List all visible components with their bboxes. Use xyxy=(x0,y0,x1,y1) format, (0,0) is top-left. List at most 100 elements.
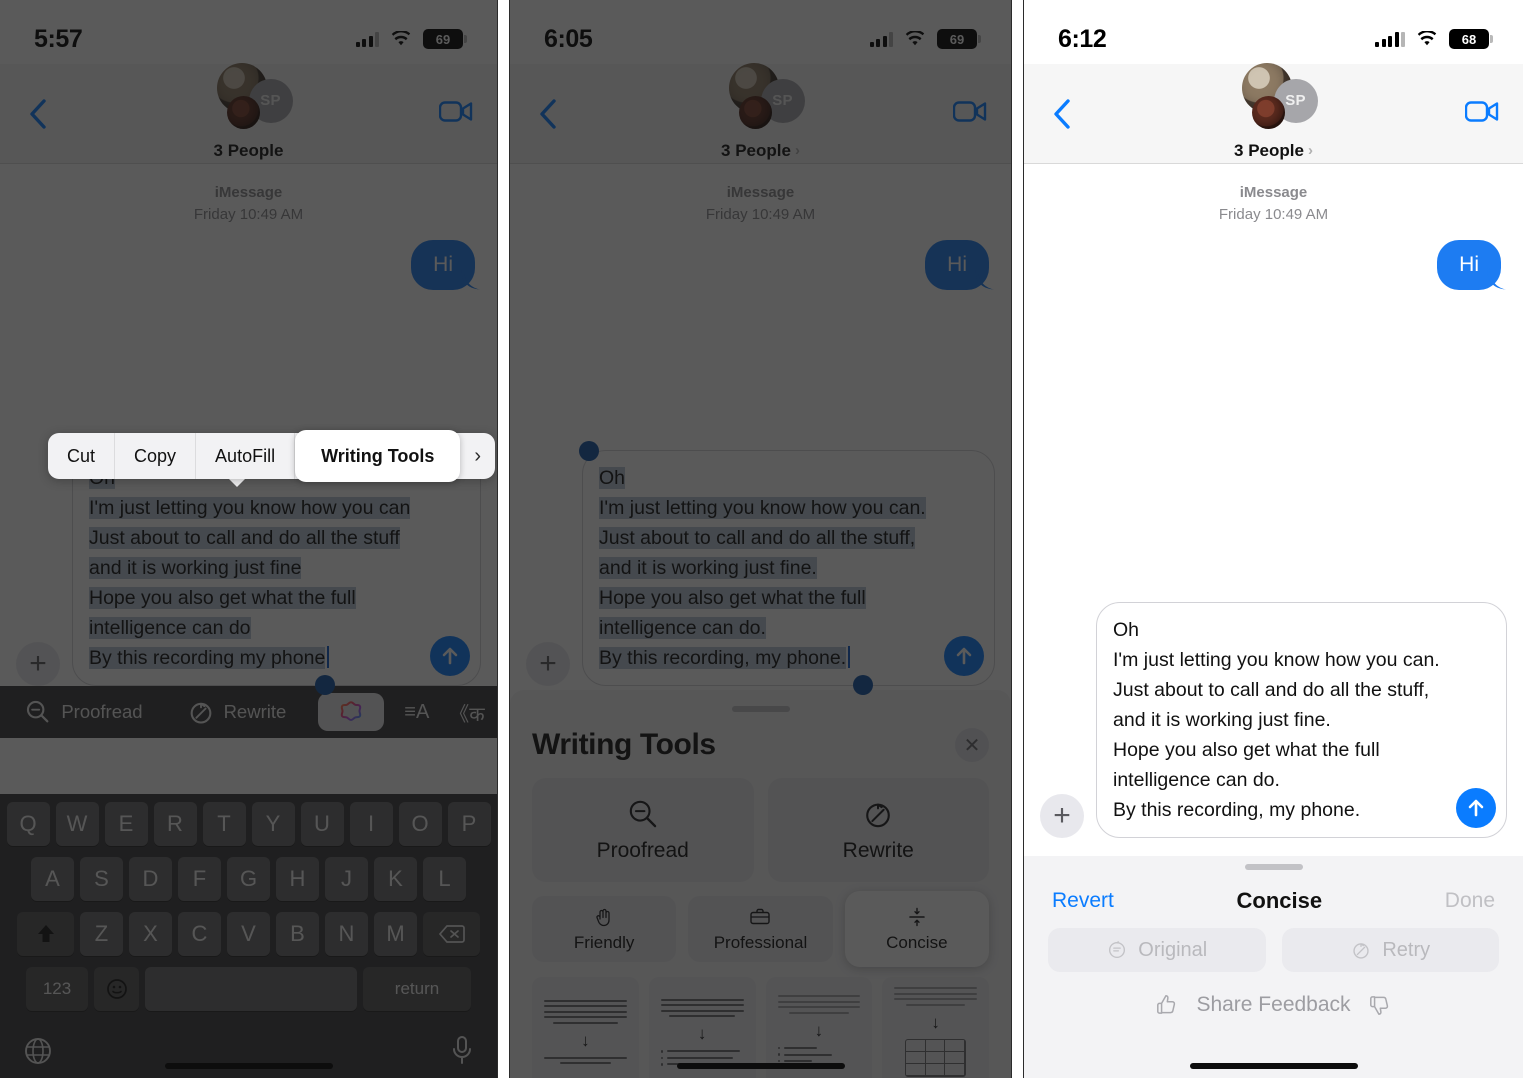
tone-options: Friendly Professional Concise xyxy=(532,891,989,967)
composer-line: Oh xyxy=(1113,619,1140,641)
toolbar-proofread[interactable]: Proofread xyxy=(2,698,164,726)
emoji-key[interactable] xyxy=(94,967,139,1011)
key-b[interactable]: B xyxy=(276,912,319,956)
selection-handle-start[interactable] xyxy=(579,441,599,461)
space-key[interactable] xyxy=(145,967,357,1011)
key-z[interactable]: Z xyxy=(80,912,123,956)
key-a[interactable]: A xyxy=(31,857,74,901)
group-name[interactable]: 3 People › xyxy=(1234,141,1313,161)
proofread-icon xyxy=(629,800,656,828)
numeric-key[interactable]: 123 xyxy=(26,967,88,1011)
sent-message-bubble[interactable]: Hi xyxy=(1437,239,1501,290)
menu-item-copy[interactable]: Copy xyxy=(115,433,197,479)
key-y[interactable]: Y xyxy=(251,802,295,846)
text-format-icon[interactable]: ≡A xyxy=(394,701,439,724)
back-button[interactable] xyxy=(528,94,568,134)
key-h[interactable]: H xyxy=(276,857,319,901)
share-feedback-label[interactable]: Share Feedback xyxy=(1196,993,1350,1017)
key-r[interactable]: R xyxy=(153,802,197,846)
key-u[interactable]: U xyxy=(300,802,344,846)
menu-item-autofill[interactable]: AutoFill xyxy=(196,433,296,479)
key-o[interactable]: O xyxy=(398,802,442,846)
key-s[interactable]: S xyxy=(80,857,123,901)
group-identity[interactable]: SP 3 People › xyxy=(1230,62,1318,161)
facetime-icon[interactable] xyxy=(952,99,989,128)
close-icon[interactable]: ✕ xyxy=(955,728,989,762)
key-i[interactable]: I xyxy=(349,802,393,846)
language-icon[interactable]: 《क xyxy=(439,698,494,727)
sent-message-bubble[interactable]: Hi xyxy=(411,239,475,290)
original-button[interactable]: Original xyxy=(1048,928,1266,972)
key-q[interactable]: Q xyxy=(6,802,50,846)
tone-concise-button[interactable]: Concise xyxy=(844,891,989,967)
key-v[interactable]: V xyxy=(227,912,270,956)
done-button[interactable]: Done xyxy=(1445,889,1495,913)
key-l[interactable]: L xyxy=(423,857,466,901)
message-row: Hi xyxy=(510,226,1011,290)
original-label: Original xyxy=(1138,938,1208,961)
key-e[interactable]: E xyxy=(104,802,148,846)
rewrite-label: Rewrite xyxy=(842,839,914,862)
sheet-grabber[interactable] xyxy=(731,706,790,712)
sent-message-bubble[interactable]: Hi xyxy=(925,239,989,290)
send-button[interactable] xyxy=(944,636,984,676)
rewrite-button[interactable]: Rewrite xyxy=(767,778,989,882)
composer-input[interactable]: Oh I'm just letting you know how you can… xyxy=(69,441,481,695)
transform-summary-button[interactable]: ↓ Summary xyxy=(532,977,639,1078)
apple-intelligence-button[interactable] xyxy=(318,693,385,731)
return-key[interactable]: return xyxy=(363,967,471,1011)
microphone-icon[interactable] xyxy=(450,1035,474,1072)
composer-input[interactable]: Oh I'm just letting you know how you can… xyxy=(579,441,995,695)
back-button[interactable] xyxy=(18,94,58,134)
key-j[interactable]: J xyxy=(325,857,368,901)
attach-button[interactable]: + xyxy=(16,642,60,686)
send-button[interactable] xyxy=(1456,788,1496,828)
key-k[interactable]: K xyxy=(374,857,417,901)
attach-button[interactable]: + xyxy=(526,642,570,686)
key-x[interactable]: X xyxy=(129,912,172,956)
facetime-icon[interactable] xyxy=(438,99,475,128)
send-button[interactable] xyxy=(430,636,470,676)
menu-more-chevron-icon[interactable]: › xyxy=(460,433,495,479)
rewrite-icon xyxy=(866,803,891,828)
transform-table-button[interactable]: ↓ Table xyxy=(882,977,989,1078)
chevron-right-icon: › xyxy=(1307,142,1313,159)
group-identity[interactable]: SP 3 People xyxy=(205,62,293,161)
globe-icon[interactable] xyxy=(23,1036,53,1071)
tone-professional-button[interactable]: Professional xyxy=(688,896,833,962)
revert-button[interactable]: Revert xyxy=(1052,889,1114,913)
retry-button[interactable]: Retry xyxy=(1281,928,1499,972)
key-d[interactable]: D xyxy=(129,857,172,901)
composer-line: and it is working just fine. xyxy=(1113,709,1331,731)
key-t[interactable]: T xyxy=(202,802,246,846)
toolbar-rewrite[interactable]: Rewrite xyxy=(165,698,309,726)
back-button[interactable] xyxy=(1042,94,1082,134)
proofread-button[interactable]: Proofread xyxy=(532,778,754,882)
arrow-down-icon: ↓ xyxy=(581,1030,590,1050)
selection-handle-end[interactable] xyxy=(315,675,335,695)
shift-key[interactable] xyxy=(17,912,74,956)
key-g[interactable]: G xyxy=(227,857,270,901)
group-identity[interactable]: SP 3 People › xyxy=(717,62,805,161)
group-name[interactable]: 3 People › xyxy=(721,141,800,161)
key-w[interactable]: W xyxy=(55,802,99,846)
selection-handle-end[interactable] xyxy=(853,675,873,695)
avatar xyxy=(226,95,260,129)
result-toolbar: Revert Concise Done xyxy=(1024,870,1523,914)
facetime-icon[interactable] xyxy=(1464,99,1501,128)
menu-item-writing-tools[interactable]: Writing Tools xyxy=(295,430,461,482)
backspace-key[interactable] xyxy=(423,912,480,956)
key-p[interactable]: P xyxy=(447,802,491,846)
composer-input[interactable]: Oh I'm just letting you know how you can… xyxy=(1096,602,1507,838)
key-c[interactable]: C xyxy=(178,912,221,956)
menu-item-cut[interactable]: Cut xyxy=(48,433,116,479)
key-f[interactable]: F xyxy=(178,857,221,901)
message-row: Hi xyxy=(1024,226,1523,290)
text-edit-menu[interactable]: Cut Copy AutoFill Writing Tools › xyxy=(48,430,496,482)
key-m[interactable]: M xyxy=(374,912,417,956)
tone-friendly-button[interactable]: Friendly xyxy=(532,896,677,962)
group-name[interactable]: 3 People xyxy=(214,141,284,161)
key-n[interactable]: N xyxy=(325,912,368,956)
ai-suggestion-toolbar: Proofread Rewrite ≡A 《क xyxy=(0,686,497,738)
attach-button[interactable]: + xyxy=(1040,794,1084,838)
